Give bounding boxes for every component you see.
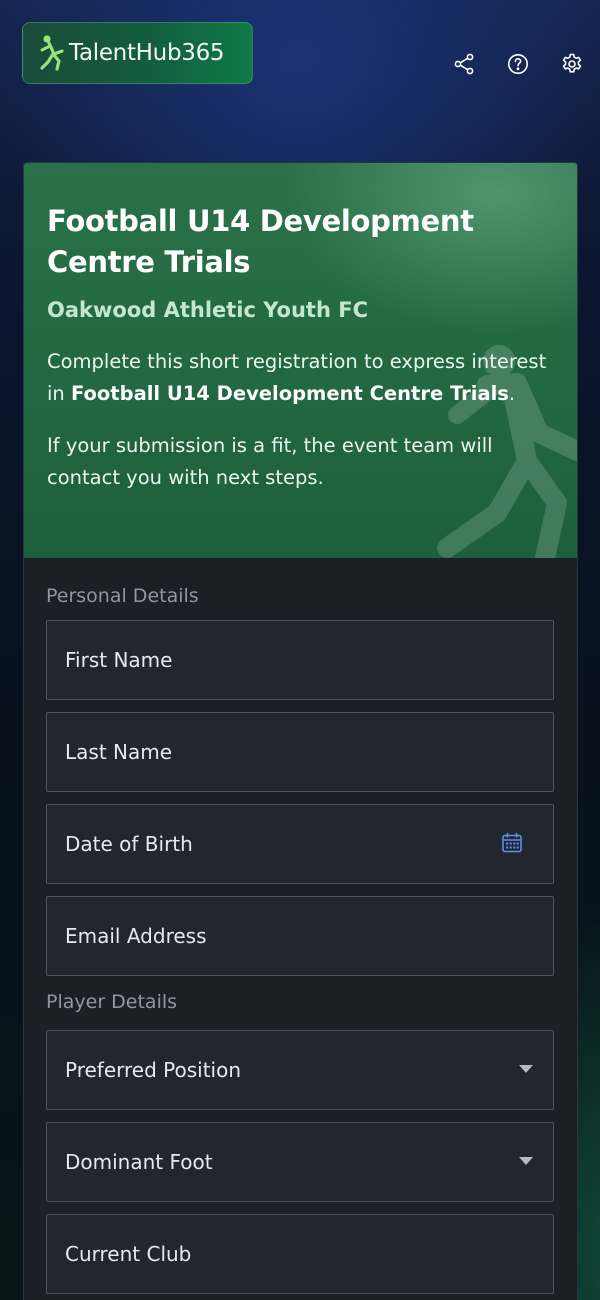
preferred-position-select[interactable]: Preferred Position [46,1030,554,1110]
club-name: Oakwood Athletic Youth FC [47,298,368,322]
preferred-position-label: Preferred Position [65,1058,242,1082]
intro-event-name: Football U14 Development Centre Trials [70,381,509,405]
chevron-down-icon [519,1065,533,1073]
registration-form: Personal Details First Name Last Name Da… [24,558,577,1294]
registration-card: Football U14 Development Centre Trials O… [23,162,578,1300]
intro-text: Complete this short registration to expr… [47,350,547,405]
dominant-foot-label: Dominant Foot [65,1150,213,1174]
first-name-field[interactable]: First Name [46,620,554,700]
next-steps-text: If your submission is a fit, the event t… [47,434,493,489]
email-address-label: Email Address [65,924,207,948]
calendar-icon[interactable] [501,832,523,854]
chevron-down-icon [519,1157,533,1165]
current-club-label: Current Club [65,1242,192,1266]
email-address-field[interactable]: Email Address [46,896,554,976]
event-hero: Football U14 Development Centre Trials O… [24,163,577,558]
gear-icon[interactable] [558,50,586,78]
dominant-foot-select[interactable]: Dominant Foot [46,1122,554,1202]
brand-name: TalentHub365 [69,40,225,66]
player-details-heading: Player Details [46,991,178,1013]
share-icon[interactable] [450,50,478,78]
current-club-field[interactable]: Current Club [46,1214,554,1294]
player-logo-icon [40,35,64,71]
last-name-field[interactable]: Last Name [46,712,554,792]
date-of-birth-field[interactable]: Date of Birth [46,804,554,884]
brand-logo[interactable]: TalentHub365 [22,22,253,84]
personal-details-heading: Personal Details [46,585,199,607]
first-name-label: First Name [65,648,173,672]
help-icon[interactable] [504,50,532,78]
date-of-birth-label: Date of Birth [65,832,193,856]
event-title: Football U14 Development Centre Trials [47,204,474,279]
last-name-label: Last Name [65,740,173,764]
